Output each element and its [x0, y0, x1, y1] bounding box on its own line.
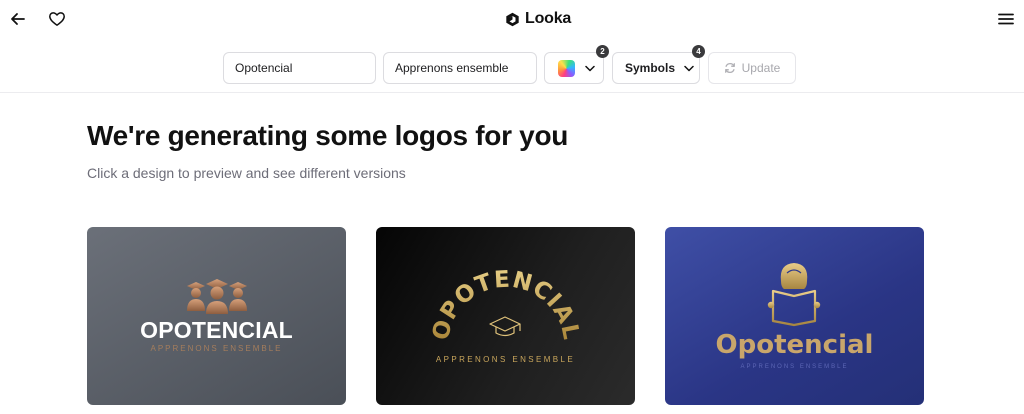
heart-icon [49, 12, 65, 26]
menu-button[interactable] [994, 7, 1018, 31]
graduation-cap-icon [489, 316, 521, 337]
logo-slogan: APPRENONS ENSEMBLE [150, 344, 283, 353]
update-label: Update [741, 61, 781, 75]
brand-logo[interactable]: Looka [505, 9, 571, 29]
logo-card[interactable]: OPOTENCIAL APPRENONS ENSEMBLE [376, 227, 635, 405]
color-palette-swatch [558, 59, 575, 77]
logo-card[interactable]: OPOTENCIAL APPRENONS ENSEMBLE [87, 227, 346, 405]
color-dropdown[interactable] [544, 52, 604, 84]
chevron-down-icon [585, 65, 595, 71]
logo-slogan: APPRENONS ENSEMBLE [740, 364, 849, 370]
brand-name: Looka [525, 10, 572, 27]
arrow-left-icon [11, 13, 25, 25]
logo-name: OPOTENCIAL [140, 317, 293, 343]
three-graduates-icon [187, 279, 247, 314]
page-title: We're generating some logos for you [87, 120, 569, 151]
color-count-badge: 2 [596, 45, 609, 58]
favorite-button[interactable] [45, 7, 69, 31]
person-reading-book-icon [767, 263, 821, 327]
refresh-icon [724, 63, 735, 73]
hamburger-menu-icon [998, 13, 1014, 25]
logo-card[interactable]: Opotencial APPRENONS ENSEMBLE [665, 227, 924, 405]
logo-slogan: APPRENONS ENSEMBLE [435, 355, 576, 364]
logo-name: Opotencial [715, 330, 874, 360]
symbols-label: Symbols [625, 61, 676, 75]
page-subtitle: Click a design to preview and see differ… [87, 165, 406, 181]
header-divider [0, 92, 1024, 93]
symbols-dropdown[interactable]: Symbols [612, 52, 700, 84]
slogan-input[interactable] [383, 52, 537, 84]
logo-filter-toolbar: 2 Symbols 4 Update [0, 45, 1024, 84]
symbols-count-badge: 4 [692, 45, 705, 58]
back-button[interactable] [6, 7, 30, 31]
logo-wordmark-arch: OPOTENCIAL [428, 267, 583, 343]
chevron-down-icon [684, 65, 694, 71]
looka-logo-icon [506, 12, 519, 26]
top-bar: Looka [0, 0, 1024, 38]
company-name-input[interactable] [223, 52, 376, 84]
update-button[interactable]: Update [708, 52, 796, 84]
